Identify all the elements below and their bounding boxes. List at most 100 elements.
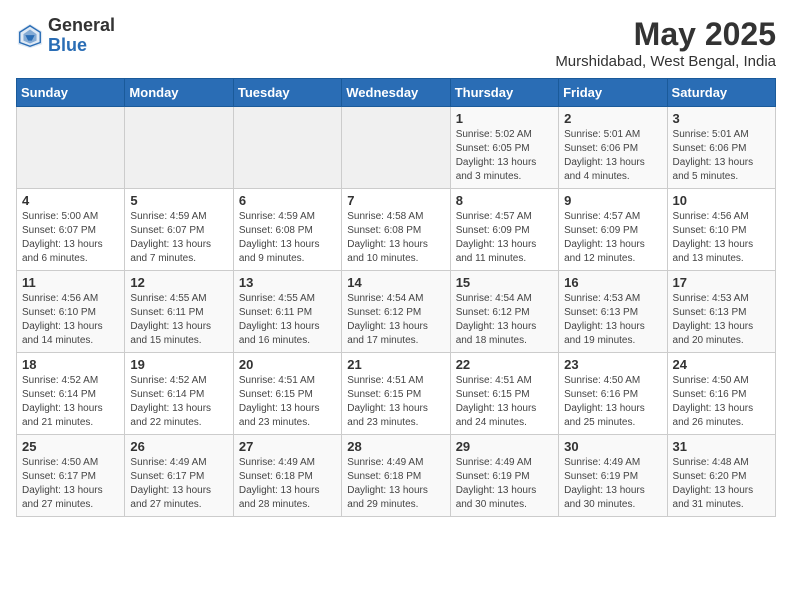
day-number: 22: [456, 357, 553, 372]
day-info: Sunrise: 4:58 AMSunset: 6:08 PMDaylight:…: [347, 210, 444, 266]
day-number: 21: [347, 357, 444, 372]
calendar-day-cell: [342, 107, 450, 189]
calendar-day-cell: 15Sunrise: 4:54 AMSunset: 6:12 PMDayligh…: [450, 271, 558, 353]
day-of-week-header: Thursday: [450, 79, 558, 107]
day-info: Sunrise: 4:49 AMSunset: 6:17 PMDaylight:…: [130, 456, 227, 512]
day-number: 19: [130, 357, 227, 372]
calendar-week-row: 4 Sunrise: 5:00 AMSunset: 6:07 PMDaylight…: [17, 189, 776, 271]
calendar-day-cell: 11 Sunrise: 4:56 AMSunset: 6:10 PMDayligh…: [17, 271, 125, 353]
day-info: Sunrise: 4:53 AMSunset: 6:13 PMDaylight:…: [564, 292, 661, 348]
day-info: Sunrise: 4:52 AMSunset: 6:14 PMDaylight:…: [130, 374, 227, 430]
calendar-week-row: 18 Sunrise: 4:52 AMSunset: 6:14 PMDayligh…: [17, 353, 776, 435]
day-number: 10: [673, 193, 770, 208]
calendar-day-cell: 30Sunrise: 4:49 AMSunset: 6:19 PMDayligh…: [559, 435, 667, 517]
day-number: 9: [564, 193, 661, 208]
day-info: Sunrise: 4:53 AMSunset: 6:13 PMDaylight:…: [673, 292, 770, 348]
calendar-day-cell: 28 Sunrise: 4:49 AMSunset: 6:18 PMDayligh…: [342, 435, 450, 517]
calendar-day-cell: [17, 107, 125, 189]
day-number: 25: [22, 439, 119, 454]
day-of-week-header: Tuesday: [233, 79, 341, 107]
logo-icon: [16, 22, 44, 50]
day-number: 23: [564, 357, 661, 372]
day-of-week-header: Sunday: [17, 79, 125, 107]
calendar-day-cell: 26 Sunrise: 4:49 AMSunset: 6:17 PMDayligh…: [125, 435, 233, 517]
day-info: Sunrise: 4:50 AMSunset: 6:16 PMDaylight:…: [673, 374, 770, 430]
day-info: Sunrise: 4:55 AMSunset: 6:11 PMDaylight:…: [130, 292, 227, 348]
calendar-day-cell: 18Sunrise: 4:52 AMSunset: 6:14 PMDayligh…: [17, 353, 125, 435]
title-section: May 2025 Murshidabad, West Bengal, India: [555, 16, 776, 70]
day-number: 27: [239, 439, 336, 454]
day-number: 1: [456, 111, 553, 126]
day-number: 5: [130, 193, 227, 208]
calendar-day-cell: 8 Sunrise: 4:57 AMSunset: 6:09 PMDaylight…: [450, 189, 558, 271]
day-number: 8: [456, 193, 553, 208]
day-info: Sunrise: 4:48 AMSunset: 6:20 PMDaylight:…: [673, 456, 770, 512]
day-of-week-header: Saturday: [667, 79, 775, 107]
calendar-day-cell: 31 Sunrise: 4:48 AMSunset: 6:20 PMDayligh…: [667, 435, 775, 517]
calendar-table: SundayMondayTuesdayWednesdayThursdayFrid…: [16, 78, 776, 517]
day-number: 31: [673, 439, 770, 454]
day-info: Sunrise: 4:56 AMSunset: 6:10 PMDaylight:…: [22, 292, 119, 348]
day-info: Sunrise: 4:56 AMSunset: 6:10 PMDaylight:…: [673, 210, 770, 266]
day-info: Sunrise: 4:51 AMSunset: 6:15 PMDaylight:…: [456, 374, 553, 430]
day-number: 29: [456, 439, 553, 454]
calendar-header-row: SundayMondayTuesdayWednesdayThursdayFrid…: [17, 79, 776, 107]
calendar-day-cell: 10 Sunrise: 4:56 AMSunset: 6:10 PMDayligh…: [667, 189, 775, 271]
calendar-day-cell: 6 Sunrise: 4:59 AMSunset: 6:08 PMDaylight…: [233, 189, 341, 271]
day-info: Sunrise: 4:51 AMSunset: 6:15 PMDaylight:…: [347, 374, 444, 430]
day-info: Sunrise: 4:49 AMSunset: 6:19 PMDaylight:…: [456, 456, 553, 512]
day-number: 26: [130, 439, 227, 454]
calendar-day-cell: [125, 107, 233, 189]
day-number: 30: [564, 439, 661, 454]
day-number: 4: [22, 193, 119, 208]
month-title: May 2025: [555, 16, 776, 53]
calendar-day-cell: 16Sunrise: 4:53 AMSunset: 6:13 PMDayligh…: [559, 271, 667, 353]
day-number: 2: [564, 111, 661, 126]
day-number: 20: [239, 357, 336, 372]
day-number: 3: [673, 111, 770, 126]
calendar-day-cell: 27Sunrise: 4:49 AMSunset: 6:18 PMDayligh…: [233, 435, 341, 517]
day-number: 18: [22, 357, 119, 372]
day-info: Sunrise: 4:57 AMSunset: 6:09 PMDaylight:…: [456, 210, 553, 266]
calendar-week-row: 11 Sunrise: 4:56 AMSunset: 6:10 PMDayligh…: [17, 271, 776, 353]
day-info: Sunrise: 4:59 AMSunset: 6:07 PMDaylight:…: [130, 210, 227, 266]
day-number: 28: [347, 439, 444, 454]
day-of-week-header: Friday: [559, 79, 667, 107]
calendar-day-cell: 9 Sunrise: 4:57 AMSunset: 6:09 PMDaylight…: [559, 189, 667, 271]
day-info: Sunrise: 5:00 AMSunset: 6:07 PMDaylight:…: [22, 210, 119, 266]
calendar-day-cell: 21 Sunrise: 4:51 AMSunset: 6:15 PMDayligh…: [342, 353, 450, 435]
location-subtitle: Murshidabad, West Bengal, India: [555, 53, 776, 70]
calendar-day-cell: 5 Sunrise: 4:59 AMSunset: 6:07 PMDaylight…: [125, 189, 233, 271]
day-number: 14: [347, 275, 444, 290]
calendar-day-cell: 23Sunrise: 4:50 AMSunset: 6:16 PMDayligh…: [559, 353, 667, 435]
day-of-week-header: Monday: [125, 79, 233, 107]
day-number: 15: [456, 275, 553, 290]
day-info: Sunrise: 4:59 AMSunset: 6:08 PMDaylight:…: [239, 210, 336, 266]
day-of-week-header: Wednesday: [342, 79, 450, 107]
calendar-day-cell: 22 Sunrise: 4:51 AMSunset: 6:15 PMDayligh…: [450, 353, 558, 435]
day-number: 11: [22, 275, 119, 290]
calendar-day-cell: 3 Sunrise: 5:01 AMSunset: 6:06 PMDaylight…: [667, 107, 775, 189]
calendar-week-row: 25 Sunrise: 4:50 AMSunset: 6:17 PMDayligh…: [17, 435, 776, 517]
calendar-day-cell: 20Sunrise: 4:51 AMSunset: 6:15 PMDayligh…: [233, 353, 341, 435]
day-number: 12: [130, 275, 227, 290]
day-info: Sunrise: 4:54 AMSunset: 6:12 PMDaylight:…: [347, 292, 444, 348]
logo: General Blue: [16, 16, 115, 56]
calendar-day-cell: 2 Sunrise: 5:01 AMSunset: 6:06 PMDaylight…: [559, 107, 667, 189]
calendar-day-cell: 1 Sunrise: 5:02 AMSunset: 6:05 PMDaylight…: [450, 107, 558, 189]
day-number: 6: [239, 193, 336, 208]
calendar-week-row: 1 Sunrise: 5:02 AMSunset: 6:05 PMDaylight…: [17, 107, 776, 189]
day-info: Sunrise: 4:49 AMSunset: 6:18 PMDaylight:…: [347, 456, 444, 512]
day-number: 7: [347, 193, 444, 208]
page-header: General Blue May 2025 Murshidabad, West …: [16, 16, 776, 70]
day-info: Sunrise: 5:01 AMSunset: 6:06 PMDaylight:…: [564, 128, 661, 184]
calendar-day-cell: 12 Sunrise: 4:55 AMSunset: 6:11 PMDayligh…: [125, 271, 233, 353]
day-info: Sunrise: 4:57 AMSunset: 6:09 PMDaylight:…: [564, 210, 661, 266]
day-info: Sunrise: 5:01 AMSunset: 6:06 PMDaylight:…: [673, 128, 770, 184]
day-info: Sunrise: 4:55 AMSunset: 6:11 PMDaylight:…: [239, 292, 336, 348]
day-info: Sunrise: 5:02 AMSunset: 6:05 PMDaylight:…: [456, 128, 553, 184]
day-number: 13: [239, 275, 336, 290]
calendar-day-cell: 13 Sunrise: 4:55 AMSunset: 6:11 PMDayligh…: [233, 271, 341, 353]
calendar-day-cell: 25 Sunrise: 4:50 AMSunset: 6:17 PMDayligh…: [17, 435, 125, 517]
day-info: Sunrise: 4:50 AMSunset: 6:17 PMDaylight:…: [22, 456, 119, 512]
